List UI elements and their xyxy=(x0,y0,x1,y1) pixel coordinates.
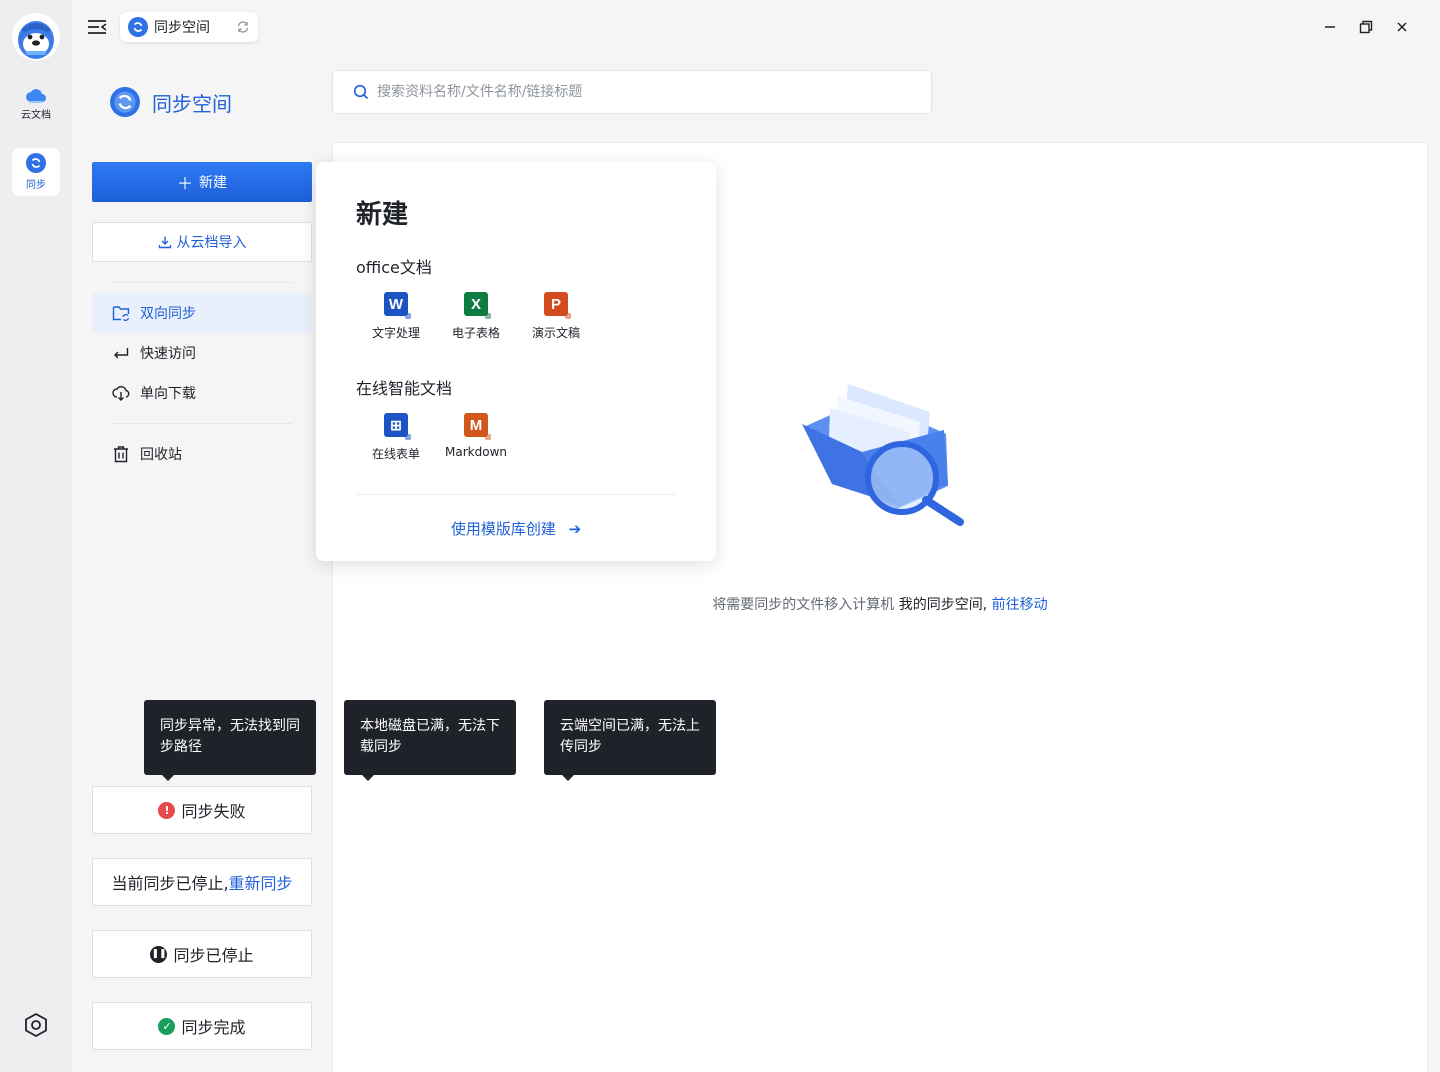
divider xyxy=(356,494,676,495)
error-icon: ! xyxy=(158,801,176,819)
folder-magnifier-illustration xyxy=(802,384,964,526)
rail-item-cloud-docs[interactable]: 云文档 xyxy=(12,80,60,128)
tooltip-cloud-space-full: 云端空间已满，无法上传同步 xyxy=(544,700,716,781)
divider xyxy=(112,282,292,283)
nav-item-two-way-sync[interactable]: 双向同步 xyxy=(92,293,312,333)
tab-sync-space[interactable]: 同步空间 xyxy=(120,12,258,42)
nav-item-one-way-download[interactable]: 单向下载 xyxy=(92,373,312,413)
cloud-download-icon xyxy=(112,386,130,401)
search-icon xyxy=(353,84,369,100)
refresh-icon[interactable] xyxy=(236,20,250,34)
doc-item-label: 在线表单 xyxy=(371,447,420,461)
new-button[interactable]: ＋ 新建 xyxy=(92,162,312,202)
empty-msg-bold: 我的同步空间, xyxy=(898,597,988,613)
doc-item-label: 电子表格 xyxy=(451,326,500,340)
empty-state-message: 将需要同步的文件移入计算机 我的同步空间, 前往移动 xyxy=(332,594,1428,614)
search-input[interactable] xyxy=(377,84,877,100)
online-section-title: 在线智能文档 xyxy=(356,379,453,398)
trash-icon xyxy=(114,446,128,463)
nav-item-quick-access[interactable]: 快速访问 xyxy=(92,333,312,373)
nav-label: 双向同步 xyxy=(140,306,196,322)
template-link-label: 使用模版库创建 xyxy=(450,520,556,538)
folder-sync-icon xyxy=(112,306,130,321)
new-popover: 新建 office文档 W 文字处理 X 电子表格 P 演示文稿 在线智能文档 … xyxy=(316,162,716,561)
sync-icon xyxy=(128,17,148,37)
status-label: 同步完成 xyxy=(181,1018,246,1037)
brand: 同步空间 xyxy=(110,86,232,118)
status-sync-done[interactable]: ✓ 同步完成 xyxy=(92,1002,312,1050)
doc-item-label: Markdown xyxy=(445,445,507,459)
empty-folder-illustration xyxy=(798,376,968,526)
form-icon: ⊞ xyxy=(384,413,411,440)
nav-item-recycle-bin[interactable]: 回收站 xyxy=(92,434,312,474)
close-button[interactable] xyxy=(1391,16,1413,38)
excel-icon: X xyxy=(464,292,491,319)
settings-hexagon-icon xyxy=(25,1012,47,1038)
new-markdown[interactable]: M Markdown xyxy=(436,413,516,459)
avatar[interactable] xyxy=(12,13,60,61)
return-arrow-icon xyxy=(114,348,129,359)
restore-icon xyxy=(1359,20,1373,34)
move-now-link[interactable]: 前往移动 xyxy=(992,597,1048,613)
resync-link[interactable]: 重新同步 xyxy=(229,870,293,894)
import-label: 从云档导入 xyxy=(176,235,247,251)
cloud-icon xyxy=(26,89,46,103)
tooltip-local-disk-full: 本地磁盘已满，无法下载同步 xyxy=(344,700,516,781)
arrow-right-icon: ➔ xyxy=(568,520,582,538)
pause-icon: ❚❚ xyxy=(150,945,168,963)
brand-title: 同步空间 xyxy=(152,91,232,116)
nav-label: 单向下载 xyxy=(140,386,196,402)
check-icon: ✓ xyxy=(158,1017,176,1035)
settings-button[interactable] xyxy=(23,1012,49,1038)
sync-icon xyxy=(26,153,46,173)
tooltip-sync-path-error: 同步异常，无法找到同步路径 xyxy=(144,700,316,781)
nav-label: 快速访问 xyxy=(140,346,196,362)
rail-item-label: 云文档 xyxy=(21,110,51,121)
search-bar[interactable] xyxy=(332,70,932,114)
status-sync-failed[interactable]: ! 同步失败 xyxy=(92,786,312,834)
minimize-icon xyxy=(1325,26,1335,28)
status-label: 同步失败 xyxy=(181,802,246,821)
minimize-button[interactable] xyxy=(1319,16,1341,38)
new-online-form[interactable]: ⊞ 在线表单 xyxy=(356,413,436,462)
doc-item-label: 文字处理 xyxy=(371,326,420,340)
import-from-cloud-button[interactable]: 从云档导入 xyxy=(92,222,312,262)
popover-title: 新建 xyxy=(356,200,409,230)
new-word-doc[interactable]: W 文字处理 xyxy=(356,292,436,341)
status-sync-paused[interactable]: ❚❚ 同步已停止 xyxy=(92,930,312,978)
restore-button[interactable] xyxy=(1355,16,1377,38)
rail-item-label: 同步 xyxy=(26,180,46,191)
status-label: 当前同步已停止, xyxy=(111,874,229,893)
office-section-title: office文档 xyxy=(356,258,432,277)
new-spreadsheet[interactable]: X 电子表格 xyxy=(436,292,516,341)
new-label: 新建 xyxy=(199,175,227,191)
new-presentation[interactable]: P 演示文稿 xyxy=(516,292,596,341)
status-sync-stopped-resync: 当前同步已停止, 重新同步 xyxy=(92,858,312,906)
tab-title: 同步空间 xyxy=(154,20,210,36)
plus-icon: ＋ xyxy=(176,174,193,193)
doc-item-label: 演示文稿 xyxy=(531,326,580,340)
close-icon xyxy=(1397,22,1407,32)
nav-label: 回收站 xyxy=(140,447,182,463)
divider xyxy=(112,423,292,424)
menu-collapse-icon xyxy=(88,20,107,34)
collapse-sidebar-button[interactable] xyxy=(86,17,108,37)
sync-icon xyxy=(110,87,140,117)
powerpoint-icon: P xyxy=(544,292,571,319)
template-create-link[interactable]: 使用模版库创建 ➔ xyxy=(316,518,716,539)
empty-msg-text: 将需要同步的文件移入计算机 xyxy=(712,597,895,613)
status-label: 同步已停止 xyxy=(173,946,254,965)
rail-item-sync[interactable]: 同步 xyxy=(12,148,60,196)
markdown-icon: M xyxy=(464,413,491,440)
word-icon: W xyxy=(384,292,411,319)
download-icon xyxy=(158,236,171,249)
